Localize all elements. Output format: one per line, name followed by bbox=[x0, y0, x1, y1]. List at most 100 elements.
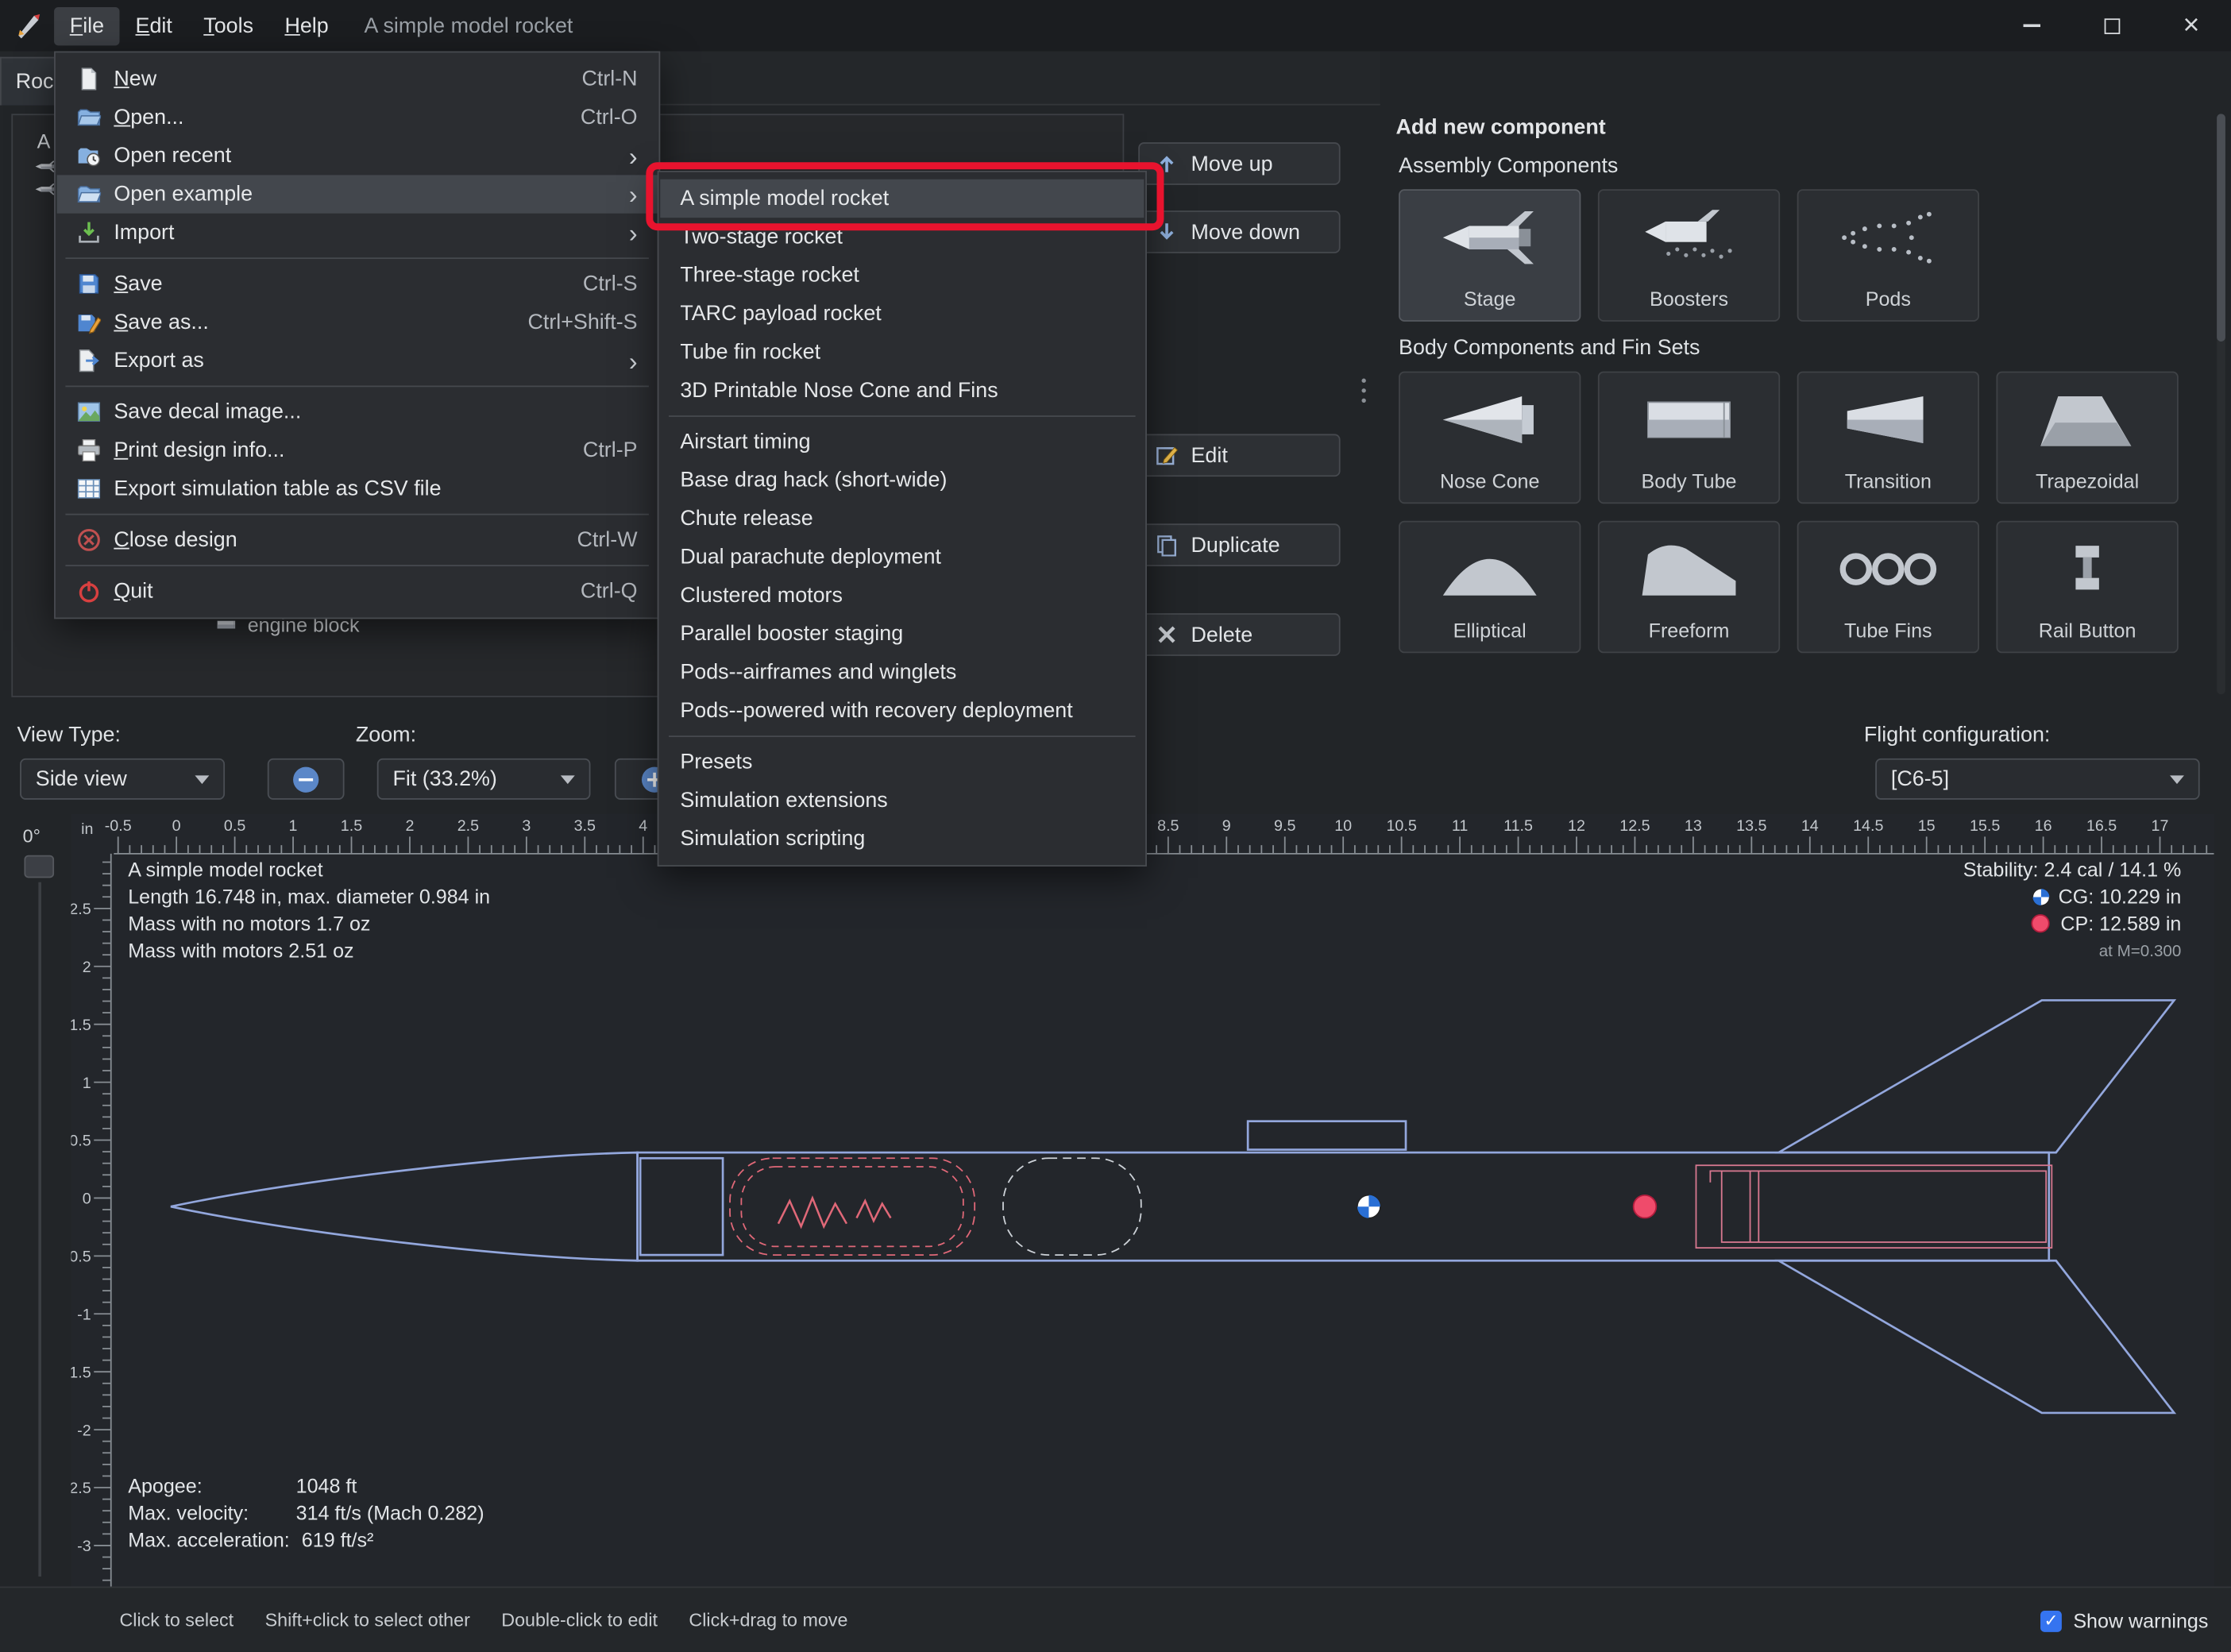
rotation-slider-handle[interactable] bbox=[24, 855, 55, 878]
menu-item-export-as[interactable]: Export as › bbox=[57, 342, 658, 380]
hint-drag: Click+drag to move bbox=[689, 1609, 848, 1631]
nose-cone-outline[interactable] bbox=[170, 1151, 639, 1262]
menu-item-label: Clustered motors bbox=[680, 583, 843, 608]
menu-item-airstart-timing[interactable]: Airstart timing bbox=[660, 423, 1144, 461]
edit-button[interactable]: Edit bbox=[1138, 434, 1341, 477]
rotation-slider-track[interactable] bbox=[38, 882, 41, 1577]
component-button-stage[interactable]: Stage bbox=[1399, 189, 1581, 322]
zoom-select[interactable]: Fit (33.2%) bbox=[376, 758, 591, 800]
menu-item-save-as[interactable]: Save as... Ctrl+Shift-S bbox=[57, 303, 658, 342]
menu-item-open[interactable]: Open... Ctrl-O bbox=[57, 98, 658, 137]
component-button-boosters[interactable]: Boosters bbox=[1597, 189, 1781, 322]
move-down-button[interactable]: Move down bbox=[1138, 210, 1341, 253]
menu-item-parallel-booster-staging[interactable]: Parallel booster staging bbox=[660, 615, 1144, 653]
zoom-out-button[interactable] bbox=[267, 758, 345, 800]
component-label: Nose Cone bbox=[1439, 469, 1540, 492]
menu-item-save-decal-image[interactable]: Save decal image... bbox=[57, 392, 658, 430]
body-tube-outline[interactable] bbox=[636, 1151, 2051, 1262]
component-label: Pods bbox=[1865, 287, 1911, 311]
launch-lug[interactable] bbox=[1246, 1120, 1407, 1151]
menu-item-export-simulation-table-as-csv-file[interactable]: Export simulation table as CSV file bbox=[57, 469, 658, 508]
shock-cord[interactable] bbox=[777, 1195, 848, 1229]
component-button-rail-button[interactable]: Rail Button bbox=[1996, 520, 2179, 654]
menu-item-base-drag-hack-short-wide[interactable]: Base drag hack (short-wide) bbox=[660, 461, 1144, 499]
menu-item-three-stage-rocket[interactable]: Three-stage rocket bbox=[660, 256, 1144, 294]
menu-item-clustered-motors[interactable]: Clustered motors bbox=[660, 577, 1144, 615]
nose-shoulder[interactable] bbox=[639, 1156, 724, 1256]
horizontal-ruler-ticks: -0.500.511.522.533.544.555.566.577.588.5… bbox=[105, 817, 2208, 854]
menu-item-label: Two-stage rocket bbox=[680, 225, 843, 249]
component-button-nose-cone[interactable]: Nose Cone bbox=[1399, 371, 1581, 504]
menu-item-pods-airframes-and-winglets[interactable]: Pods--airframes and winglets bbox=[660, 653, 1144, 691]
svg-text:8.5: 8.5 bbox=[1157, 817, 1179, 835]
scrollbar[interactable] bbox=[2217, 114, 2225, 695]
menubar-file[interactable]: File bbox=[54, 6, 120, 45]
svg-text:2.5: 2.5 bbox=[457, 817, 479, 835]
maximize-button[interactable] bbox=[2071, 0, 2151, 51]
show-warnings-checkbox[interactable]: ✓ bbox=[2040, 1610, 2062, 1631]
motor[interactable] bbox=[1720, 1170, 2048, 1243]
menu-item-tube-fin-rocket[interactable]: Tube fin rocket bbox=[660, 333, 1144, 371]
menu-item-presets[interactable]: Presets bbox=[660, 743, 1144, 781]
menu-item-new[interactable]: New Ctrl-N bbox=[57, 60, 658, 98]
velocity-value: 314 ft/s (Mach 0.282) bbox=[296, 1502, 484, 1524]
menu-item-quit[interactable]: Quit Ctrl-Q bbox=[57, 572, 658, 610]
flight-config-select[interactable]: [C6-5] bbox=[1875, 758, 2200, 800]
menu-item-print-design-info[interactable]: Print design info... Ctrl-P bbox=[57, 431, 658, 469]
menu-item-pods-powered-with-recovery-deployment[interactable]: Pods--powered with recovery deployment bbox=[660, 692, 1144, 730]
menubar-tools[interactable]: Tools bbox=[188, 6, 269, 44]
menu-item-label: Print design info... bbox=[114, 438, 285, 463]
drag-handle-icon[interactable] bbox=[1361, 378, 1366, 403]
menu-item-tarc-payload-rocket[interactable]: TARC payload rocket bbox=[660, 295, 1144, 333]
component-button-freeform[interactable]: Freeform bbox=[1597, 520, 1781, 654]
zoom-label: Zoom: bbox=[355, 723, 417, 747]
menu-item-dual-parachute-deployment[interactable]: Dual parachute deployment bbox=[660, 538, 1144, 576]
menu-item-open-example[interactable]: Open example › bbox=[56, 175, 658, 214]
svg-text:2: 2 bbox=[83, 959, 91, 976]
menu-item-label: Export simulation table as CSV file bbox=[114, 477, 442, 501]
menu-item-chute-release[interactable]: Chute release bbox=[660, 500, 1144, 538]
fin-lower[interactable] bbox=[1774, 1259, 2177, 1415]
wadding-outline[interactable] bbox=[1002, 1157, 1142, 1256]
parachute-inner[interactable] bbox=[740, 1166, 964, 1248]
menubar-edit[interactable]: Edit bbox=[120, 6, 188, 44]
close-icon: × bbox=[2183, 10, 2200, 41]
rotation-angle-label: 0° bbox=[22, 825, 41, 847]
menu-item-simulation-scripting[interactable]: Simulation scripting bbox=[660, 820, 1144, 858]
parachute-outline[interactable] bbox=[729, 1157, 976, 1256]
menu-item-close-design[interactable]: Close design Ctrl-W bbox=[57, 521, 658, 559]
close-button[interactable]: × bbox=[2152, 0, 2231, 51]
duplicate-button[interactable]: Duplicate bbox=[1138, 523, 1341, 567]
move-up-button[interactable]: Move up bbox=[1138, 142, 1341, 185]
menu-item-two-stage-rocket[interactable]: Two-stage rocket bbox=[660, 218, 1144, 256]
component-button-trapezoidal[interactable]: Trapezoidal bbox=[1996, 371, 2179, 504]
shock-cord[interactable] bbox=[855, 1198, 892, 1224]
rocket-figure[interactable] bbox=[170, 999, 2177, 1415]
scrollbar-thumb[interactable] bbox=[2217, 114, 2225, 342]
component-button-body-tube[interactable]: Body Tube bbox=[1597, 371, 1781, 504]
component-button-pods[interactable]: Pods bbox=[1797, 189, 1979, 322]
motor-hook[interactable] bbox=[1709, 1170, 1722, 1183]
flight-config-label: Flight configuration: bbox=[1863, 723, 2051, 747]
rocket-canvas[interactable]: in -0.500.511.522.533.544.555.566.577.58… bbox=[64, 813, 2214, 1587]
bodytube-image bbox=[1636, 386, 1742, 451]
fin-upper[interactable] bbox=[1774, 999, 2177, 1154]
maximize-icon bbox=[2103, 17, 2120, 34]
import-icon bbox=[77, 221, 101, 245]
component-button-elliptical[interactable]: Elliptical bbox=[1399, 520, 1581, 654]
minimize-button[interactable] bbox=[1992, 0, 2071, 51]
menu-item-import[interactable]: Import › bbox=[57, 214, 658, 252]
view-type-select[interactable]: Side view bbox=[20, 758, 226, 800]
menu-item-label: Three-stage rocket bbox=[680, 263, 859, 288]
component-button-transition[interactable]: Transition bbox=[1797, 371, 1979, 504]
menu-item-open-recent[interactable]: Open recent › bbox=[57, 137, 658, 175]
menu-item-save[interactable]: Save Ctrl-S bbox=[57, 264, 658, 303]
component-button-tube-fins[interactable]: Tube Fins bbox=[1797, 520, 1979, 654]
menu-item-3d-printable-nose-cone-and-fins[interactable]: 3D Printable Nose Cone and Fins bbox=[660, 372, 1144, 410]
menu-item-a-simple-model-rocket[interactable]: A simple model rocket bbox=[660, 179, 1144, 218]
tube-fins-icon bbox=[1835, 522, 1941, 614]
menu-item-simulation-extensions[interactable]: Simulation extensions bbox=[660, 782, 1144, 820]
delete-button[interactable]: Delete bbox=[1138, 613, 1341, 656]
menubar-help[interactable]: Help bbox=[269, 6, 345, 44]
section-label: Body Components and Fin Sets bbox=[1399, 335, 1700, 361]
